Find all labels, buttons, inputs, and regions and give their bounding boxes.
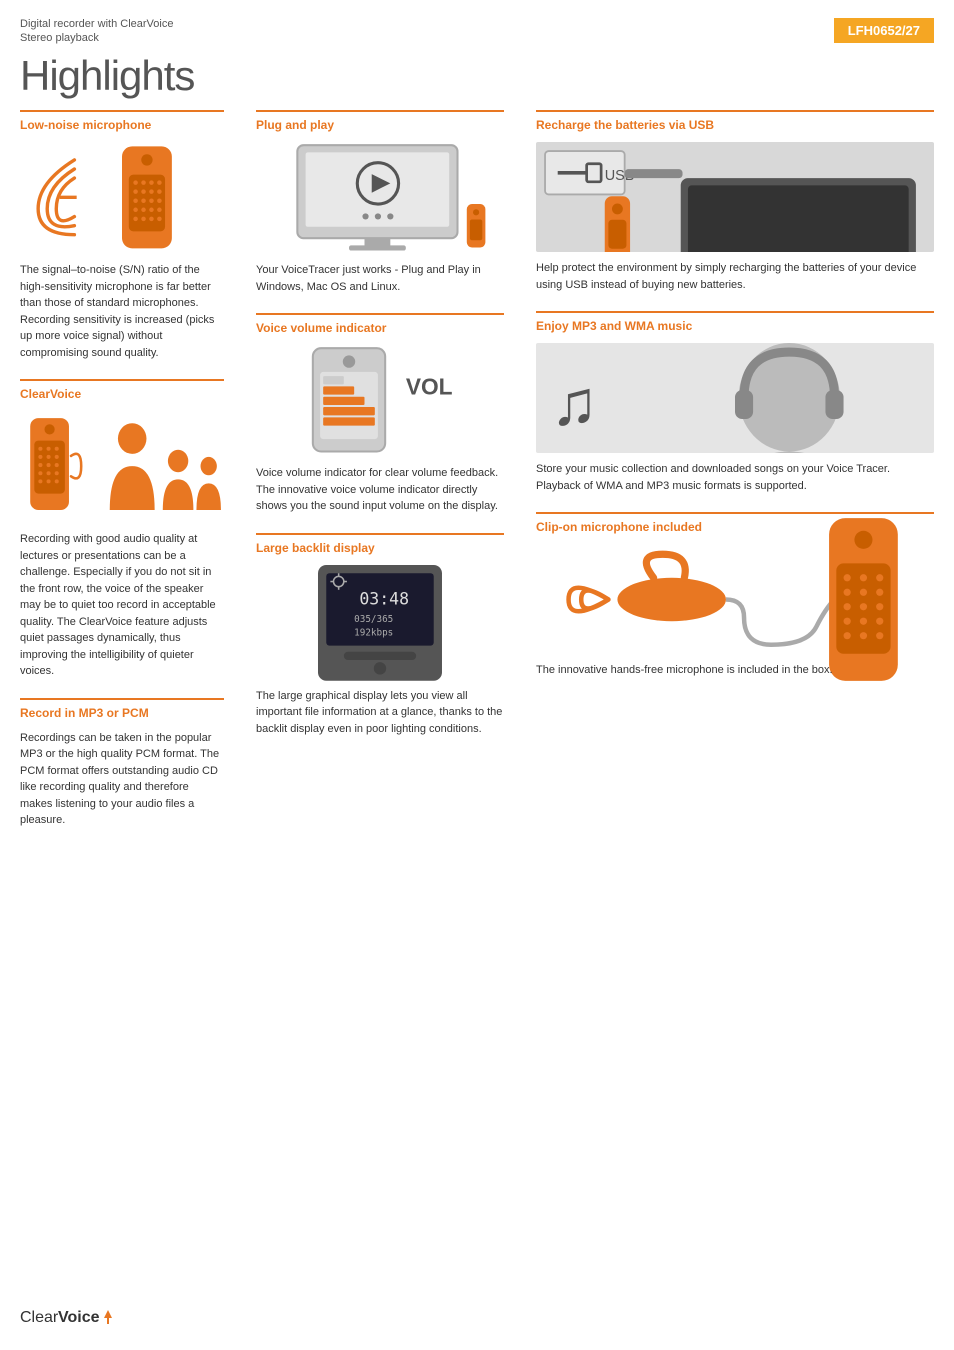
body-recharge-usb: Help protect the environment by simply r… (536, 260, 934, 293)
illus-low-noise (20, 142, 224, 252)
illus-voice-volume: VOL (256, 345, 504, 455)
illus-recharge-usb: USB (536, 142, 934, 252)
body-large-display: The large graphical display lets you vie… (256, 688, 504, 738)
svg-text:Clear: Clear (20, 1309, 59, 1326)
title-record-mp3: Record in MP3 or PCM (20, 706, 224, 722)
divider-clearvoice (20, 379, 224, 381)
svg-text:Voice: Voice (58, 1309, 100, 1326)
svg-text:192kbps: 192kbps (354, 627, 393, 638)
title-large-display: Large backlit display (256, 541, 504, 557)
col-right: Recharge the batteries via USB USB (520, 110, 934, 847)
body-low-noise: The signal–to-noise (S/N) ratio of the h… (20, 262, 224, 361)
title-clearvoice: ClearVoice (20, 387, 224, 403)
page-title: Highlights (0, 44, 954, 110)
title-recharge-usb: Recharge the batteries via USB (536, 118, 934, 134)
main-content: Low-noise microphone (0, 110, 954, 847)
section-clipon: Clip-on microphone included (536, 512, 934, 679)
illus-recharge-usb-svg: USB (536, 142, 934, 252)
illus-plug-play-svg (256, 140, 504, 254)
section-record-mp3: Record in MP3 or PCM Recordings can be t… (20, 698, 224, 829)
body-record-mp3: Recordings can be taken in the popular M… (20, 730, 224, 829)
illus-clipon (536, 544, 934, 654)
divider-enjoy-mp3 (536, 311, 934, 313)
svg-text:035/365: 035/365 (354, 613, 393, 624)
svg-text:03:48: 03:48 (359, 589, 409, 608)
illus-low-noise-svg (20, 135, 224, 260)
body-clearvoice: Recording with good audio quality at lec… (20, 531, 224, 680)
section-recharge-usb: Recharge the batteries via USB USB (536, 110, 934, 293)
product-line: Digital recorder with ClearVoice (20, 18, 173, 30)
section-large-display: Large backlit display 03:48 035/365 (256, 533, 504, 738)
illus-voice-volume-svg: VOL (256, 343, 504, 457)
title-plug-play: Plug and play (256, 118, 504, 134)
illus-large-display-svg: 03:48 035/365 192kbps (256, 565, 504, 684)
product-sub: Stereo playback (20, 32, 173, 44)
section-low-noise: Low-noise microphone (20, 110, 224, 361)
divider-plug-play (256, 110, 504, 112)
illus-enjoy-mp3: ♫ (536, 343, 934, 453)
col-mid: Plug and play (240, 110, 520, 847)
footer-logo-svg: Clear Voice (20, 1300, 120, 1330)
divider-voice-volume (256, 313, 504, 315)
product-info: Digital recorder with ClearVoice Stereo … (20, 18, 173, 44)
divider-large-display (256, 533, 504, 535)
footer: Clear Voice (20, 1300, 120, 1330)
divider-low-noise (20, 110, 224, 112)
body-enjoy-mp3: Store your music collection and download… (536, 461, 934, 494)
svg-text:♫: ♫ (550, 368, 597, 438)
section-enjoy-mp3: Enjoy MP3 and WMA music ♫ (536, 311, 934, 494)
col-left: Low-noise microphone (20, 110, 240, 847)
title-enjoy-mp3: Enjoy MP3 and WMA music (536, 319, 934, 335)
svg-text:VOL: VOL (406, 374, 453, 400)
title-low-noise: Low-noise microphone (20, 118, 224, 134)
divider-recharge-usb (536, 110, 934, 112)
illus-enjoy-mp3-svg: ♫ (536, 343, 934, 453)
header: Digital recorder with ClearVoice Stereo … (0, 0, 954, 44)
model-badge: LFH0652/27 (834, 18, 934, 43)
illus-large-display: 03:48 035/365 192kbps (256, 565, 504, 680)
section-plug-play: Plug and play (256, 110, 504, 295)
illus-clearvoice-svg (20, 410, 224, 522)
body-plug-play: Your VoiceTracer just works - Plug and P… (256, 262, 504, 295)
section-voice-volume: Voice volume indicator V (256, 313, 504, 515)
title-voice-volume: Voice volume indicator (256, 321, 504, 337)
divider-record-mp3 (20, 698, 224, 700)
body-voice-volume: Voice volume indicator for clear volume … (256, 465, 504, 515)
section-clearvoice: ClearVoice (20, 379, 224, 680)
illus-plug-play (256, 142, 504, 252)
illus-clearvoice (20, 411, 224, 521)
